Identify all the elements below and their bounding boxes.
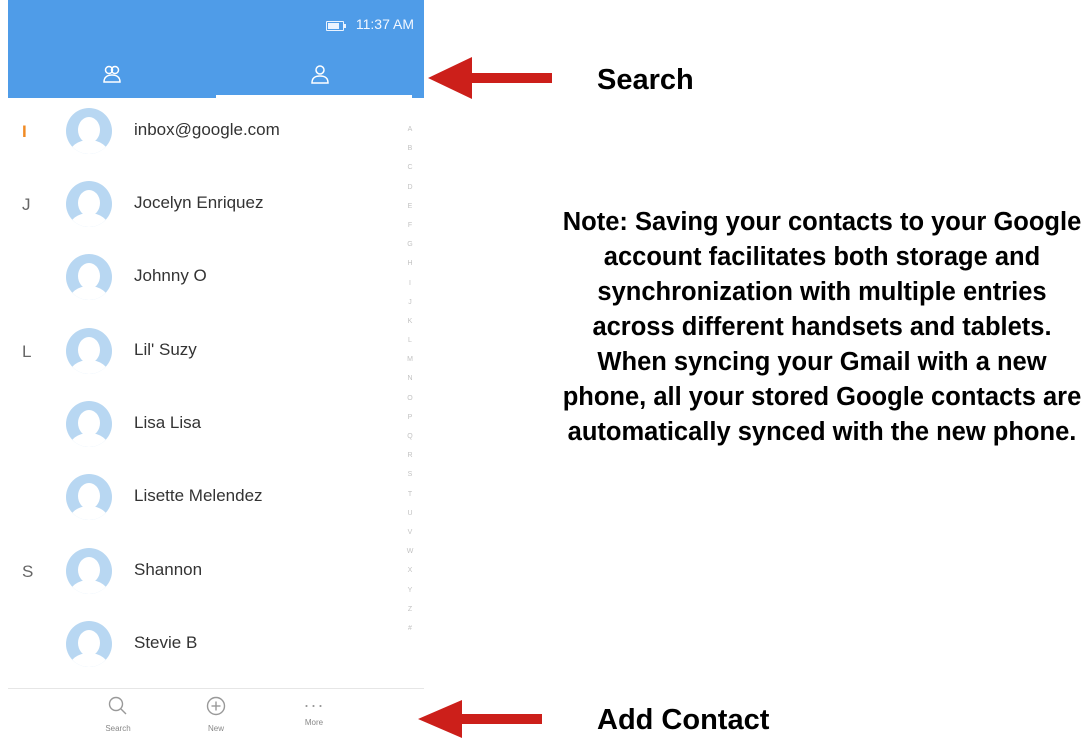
index-letter[interactable]: O xyxy=(402,389,418,408)
index-letter[interactable]: A xyxy=(402,120,418,139)
search-button[interactable]: Search xyxy=(88,695,148,741)
contact-row[interactable]: Lisa Lisa xyxy=(8,391,408,465)
more-label: More xyxy=(304,718,324,727)
note-text: Note: Saving your contacts to your Googl… xyxy=(562,208,1082,446)
avatar xyxy=(66,108,112,154)
contact-row[interactable]: J Jocelyn Enriquez xyxy=(8,171,408,245)
index-letter[interactable]: F xyxy=(402,216,418,235)
index-letter[interactable]: E xyxy=(402,197,418,216)
contact-name: Jocelyn Enriquez xyxy=(134,193,264,212)
index-letter[interactable]: J xyxy=(402,293,418,312)
index-letter[interactable]: X xyxy=(402,561,418,580)
contact-row[interactable]: I inbox@google.com xyxy=(8,98,408,172)
contact-name: Lisette Melendez xyxy=(134,486,263,505)
search-label: Search xyxy=(105,724,131,733)
index-letter[interactable]: V xyxy=(402,523,418,542)
avatar xyxy=(66,181,112,227)
avatar xyxy=(66,328,112,374)
contact-row[interactable]: Lisette Melendez xyxy=(8,464,408,538)
index-letter[interactable]: U xyxy=(402,504,418,523)
plus-circle-icon xyxy=(206,696,226,716)
index-letter[interactable]: D xyxy=(402,178,418,197)
index-letter[interactable]: Z xyxy=(402,600,418,619)
add-label: New xyxy=(207,724,224,733)
battery-icon xyxy=(326,21,346,31)
tab-contacts[interactable] xyxy=(216,50,424,98)
more-icon: ··· xyxy=(303,695,325,715)
avatar xyxy=(66,621,112,667)
index-letter[interactable]: M xyxy=(402,350,418,369)
person-icon xyxy=(311,65,329,84)
section-letter: S xyxy=(22,562,34,581)
avatar xyxy=(66,474,112,520)
tab-bar xyxy=(8,50,424,98)
search-arrow-icon xyxy=(428,57,552,99)
index-letter[interactable]: K xyxy=(402,312,418,331)
add-contact-callout: Add Contact xyxy=(597,704,770,736)
index-letter[interactable]: S xyxy=(402,465,418,484)
index-letter[interactable]: N xyxy=(402,369,418,388)
bottom-action-bar: Search New ··· More xyxy=(8,688,424,742)
index-letter[interactable]: Y xyxy=(402,581,418,600)
search-callout: Search xyxy=(597,64,694,96)
index-letter[interactable]: R xyxy=(402,446,418,465)
search-icon xyxy=(108,696,127,715)
contact-list[interactable]: I inbox@google.com J Jocelyn Enriquez Jo… xyxy=(8,98,424,686)
avatar xyxy=(66,548,112,594)
avatar xyxy=(66,401,112,447)
index-letter[interactable]: I xyxy=(402,274,418,293)
contact-row[interactable]: Stevie B xyxy=(8,611,408,685)
contact-name: Shannon xyxy=(134,560,203,579)
contact-name: Stevie B xyxy=(134,633,198,652)
add-contact-arrow-icon xyxy=(418,700,542,738)
index-letter[interactable]: G xyxy=(402,235,418,254)
contact-name: Johnny O xyxy=(134,266,207,285)
section-letter: J xyxy=(22,195,31,214)
contact-name: Lil' Suzy xyxy=(134,340,197,359)
contact-row[interactable]: S Shannon xyxy=(8,538,408,612)
alphabet-index-bar[interactable]: A B C D E F G H I J K L M N O P Q R S T U V W X Y Z # xyxy=(402,120,418,680)
contact-row[interactable]: Johnny O xyxy=(8,244,408,318)
contact-row[interactable]: L Lil' Suzy xyxy=(8,318,408,392)
index-letter[interactable]: Q xyxy=(402,427,418,446)
index-letter[interactable]: B xyxy=(402,139,418,158)
index-letter[interactable]: T xyxy=(402,485,418,504)
avatar xyxy=(66,254,112,300)
status-bar: 11:37 AM xyxy=(8,0,424,50)
tab-groups[interactable] xyxy=(8,50,216,98)
section-letter: I xyxy=(22,122,27,141)
phone-screen: 11:37 AM I inbox@google.com J Jocelyn En… xyxy=(8,0,424,742)
contact-name: inbox@google.com xyxy=(134,120,280,139)
add-contact-button[interactable]: New xyxy=(186,695,246,741)
groups-icon xyxy=(103,65,121,83)
contact-name: Lisa Lisa xyxy=(134,413,202,432)
index-letter[interactable]: P xyxy=(402,408,418,427)
index-letter[interactable]: C xyxy=(402,158,418,177)
more-button[interactable]: ··· More xyxy=(284,695,344,741)
index-letter[interactable]: # xyxy=(402,619,418,638)
section-letter: L xyxy=(22,342,32,361)
index-letter[interactable]: L xyxy=(402,331,418,350)
index-letter[interactable]: W xyxy=(402,542,418,561)
status-time: 11:37 AM xyxy=(355,16,414,32)
index-letter[interactable]: H xyxy=(402,254,418,273)
